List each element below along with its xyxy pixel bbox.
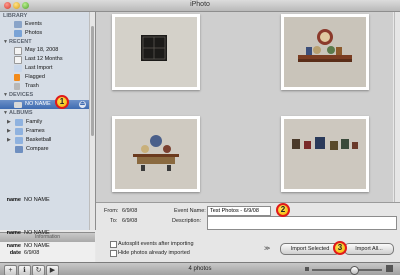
photo-image — [284, 119, 366, 189]
folder-icon — [15, 137, 23, 144]
photo-image — [284, 17, 366, 87]
photo-thumbnail-2[interactable] — [281, 14, 369, 90]
events-icon — [14, 21, 22, 28]
sidebar-item-frames[interactable]: ▶ Frames — [0, 127, 95, 136]
albums-disclosure-triangle[interactable]: ▼ — [3, 110, 8, 116]
info-row-name: name NO NAME — [0, 243, 95, 250]
hide-imported-label: Hide photos already imported — [118, 250, 190, 256]
info-value: NO NAME — [24, 243, 50, 249]
photo-browser — [96, 12, 393, 202]
window-title: iPhoto — [190, 1, 210, 8]
plates-photo — [115, 119, 197, 189]
zoom-in-icon — [386, 265, 393, 272]
info-value: 6/9/08 — [24, 250, 40, 256]
photo-thumbnail-3[interactable] — [112, 116, 200, 192]
sidebar-item-label: Events — [25, 21, 42, 27]
sidebar-item-may-18[interactable]: May 18, 2008 — [0, 46, 95, 55]
description-field[interactable] — [207, 216, 397, 230]
import-selected-button[interactable]: Import Selected — [280, 243, 340, 255]
zoom-out-icon — [305, 267, 309, 271]
album-icon — [15, 146, 23, 153]
calendar-icon — [14, 56, 22, 64]
autosplit-checkbox[interactable] — [110, 241, 117, 248]
sidebar-item-no-name-device[interactable]: NO NAME ⏏ — [0, 100, 95, 109]
recent-disclosure-triangle[interactable]: ▼ — [3, 39, 8, 45]
folder-icon — [15, 119, 23, 126]
trash-icon — [14, 83, 20, 90]
photo-image — [115, 17, 197, 87]
import-all-button[interactable]: Import All... — [344, 243, 394, 255]
import-icon — [14, 65, 22, 72]
bottom-toolbar: + ℹ ↻ ▶ 4 photos — [0, 262, 400, 275]
zoom-slider-track[interactable] — [312, 269, 382, 271]
info-key: date — [9, 250, 21, 256]
sidebar-item-label: Flagged — [25, 74, 45, 80]
sidebar-item-label: Trash — [25, 83, 39, 89]
flag-icon — [14, 74, 20, 81]
sidebar-item-last-12-months[interactable]: Last 12 Months — [0, 55, 95, 64]
folder-disclosure-triangle[interactable]: ▶ — [7, 119, 11, 125]
sidebar-item-label: Frames — [26, 128, 45, 134]
photo-browser-scrollbar[interactable] — [394, 12, 400, 202]
info-key: name — [6, 243, 21, 249]
folder-disclosure-triangle[interactable]: ▶ — [7, 128, 11, 134]
shelf-photo — [284, 17, 366, 87]
photo-thumbnail-1[interactable] — [112, 14, 200, 90]
zoom-slider-knob[interactable] — [350, 266, 359, 275]
folder-icon — [15, 128, 23, 135]
sidebar-item-label: Basketball — [26, 137, 52, 143]
eject-icon[interactable]: ⏏ — [79, 101, 86, 108]
to-label: To: — [110, 218, 118, 224]
sidebar-item-flagged[interactable]: Flagged — [0, 73, 95, 82]
callout-3: 3 — [333, 241, 347, 255]
sidebar-scroll-thumb[interactable] — [91, 26, 94, 136]
sidebar-item-label: NO NAME — [25, 101, 51, 107]
sidebar-item-label: Family — [26, 119, 43, 125]
sidebar-item-label: Photos — [25, 30, 43, 36]
description-label: Description: — [172, 218, 202, 224]
sidebar-item-label: May 18, 2008 — [25, 47, 59, 53]
event-name-field[interactable]: Test Photos - 6/9/08 — [207, 206, 271, 216]
double-chevron-icon: ≫ — [264, 246, 271, 252]
camera-icon — [14, 101, 22, 108]
frames-photo — [284, 119, 366, 189]
devices-header: DEVICES — [9, 92, 34, 98]
devices-disclosure-triangle[interactable]: ▼ — [3, 92, 8, 98]
to-date-value: 6/9/08 — [122, 218, 138, 224]
sidebar-item-label: Last Import — [25, 65, 53, 71]
from-date-value: 6/9/08 — [122, 208, 138, 214]
iphoto-window: iPhoto LIBRARY Events Photos ▼ RECENT Ma… — [0, 0, 400, 275]
window-photo — [115, 17, 197, 87]
folder-disclosure-triangle[interactable]: ▶ — [7, 137, 11, 143]
title-bar: iPhoto — [0, 0, 400, 12]
sidebar-item-family[interactable]: ▶ Family — [0, 118, 95, 127]
calendar-icon — [14, 47, 22, 55]
sidebar-item-label: Last 12 Months — [25, 56, 63, 62]
library-header: LIBRARY — [3, 13, 28, 19]
photos-icon — [14, 30, 22, 37]
sidebar-item-label: Compare — [26, 146, 49, 152]
hide-imported-checkbox[interactable] — [110, 250, 117, 257]
sidebar-item-last-import[interactable]: Last Import — [0, 64, 95, 73]
sidebar-item-photos[interactable]: Photos — [0, 29, 95, 38]
sidebar-item-compare[interactable]: Compare — [0, 145, 95, 154]
event-name-label: Event Name: — [174, 208, 206, 214]
info-extra-rows — [0, 180, 95, 232]
photo-thumbnail-4[interactable] — [281, 116, 369, 192]
callout-2: 2 — [276, 203, 290, 217]
callout-1: 1 — [55, 95, 69, 109]
photo-image — [115, 119, 197, 189]
autosplit-label: Autosplit events after importing — [118, 241, 194, 247]
sidebar-item-events[interactable]: Events — [0, 20, 95, 29]
from-label: From: — [104, 208, 119, 214]
recent-header: RECENT — [9, 39, 32, 45]
info-row-date: date 6/9/08 — [0, 250, 95, 257]
sidebar-item-basketball[interactable]: ▶ Basketball — [0, 136, 95, 145]
albums-header: ALBUMS — [9, 110, 33, 116]
sidebar-item-trash[interactable]: Trash — [0, 82, 95, 91]
